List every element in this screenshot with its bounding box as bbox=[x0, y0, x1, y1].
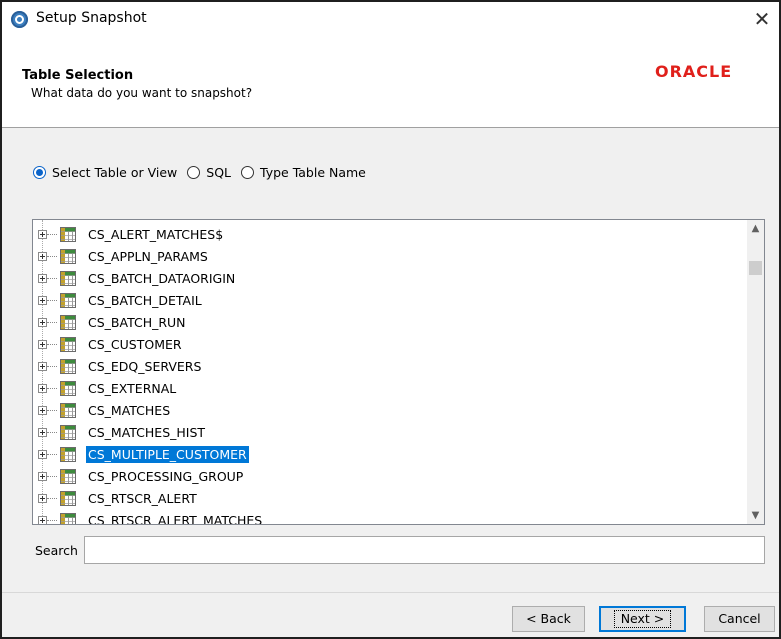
table-icon bbox=[60, 425, 76, 440]
table-icon bbox=[60, 293, 76, 308]
expand-icon[interactable] bbox=[38, 428, 47, 437]
table-name-label[interactable]: CS_MATCHES bbox=[86, 402, 172, 419]
next-button-label: Next > bbox=[613, 610, 672, 628]
radio-select-table-or-view[interactable] bbox=[33, 165, 46, 179]
table-row[interactable]: CS_MATCHES bbox=[33, 399, 733, 421]
tree-connector bbox=[47, 234, 57, 235]
tree-connector bbox=[47, 432, 57, 433]
table-row[interactable]: CS_ALERT_MATCHES$ bbox=[33, 223, 733, 245]
table-row[interactable]: CS_RTSCR_ALERT_MATCHES bbox=[33, 509, 733, 524]
page-title: Table Selection bbox=[22, 68, 134, 83]
table-row[interactable]: CS_BATCH_DATAORIGIN bbox=[33, 267, 733, 289]
radio-label-select-table-or-view[interactable]: Select Table or View bbox=[52, 165, 177, 180]
table-row[interactable]: CS_EXTERNAL bbox=[33, 377, 733, 399]
table-row[interactable]: CS_PROCESSING_GROUP bbox=[33, 465, 733, 487]
table-row[interactable]: CS_MULTIPLE_CUSTOMER bbox=[33, 443, 733, 465]
table-row[interactable]: CS_EDQ_SERVERS bbox=[33, 355, 733, 377]
scroll-up-icon[interactable]: ▲ bbox=[747, 220, 764, 237]
tree-connector bbox=[47, 256, 57, 257]
search-label: Search bbox=[35, 543, 78, 558]
table-name-label[interactable]: CS_RTSCR_ALERT bbox=[86, 490, 199, 507]
expand-icon[interactable] bbox=[38, 494, 47, 503]
table-name-label[interactable]: CS_MULTIPLE_CUSTOMER bbox=[86, 446, 249, 463]
table-row[interactable]: CS_CUSTOMER bbox=[33, 333, 733, 355]
page-subtitle: What data do you want to snapshot? bbox=[31, 86, 253, 100]
table-name-label[interactable]: CS_RTSCR_ALERT_MATCHES bbox=[86, 512, 264, 524]
table-icon bbox=[60, 271, 76, 286]
tree-connector bbox=[47, 344, 57, 345]
expand-icon[interactable] bbox=[38, 450, 47, 459]
radio-type-table-name[interactable] bbox=[241, 165, 255, 179]
table-icon bbox=[60, 491, 76, 506]
vertical-scrollbar[interactable]: ▲ ▼ bbox=[747, 220, 764, 524]
expand-icon[interactable] bbox=[38, 318, 47, 327]
table-icon bbox=[60, 315, 76, 330]
table-name-label[interactable]: CS_PROCESSING_GROUP bbox=[86, 468, 245, 485]
table-row[interactable]: CS_RTSCR_ALERT bbox=[33, 487, 733, 509]
tree-connector bbox=[47, 322, 57, 323]
search-input[interactable] bbox=[84, 536, 765, 564]
back-button[interactable]: < Back bbox=[512, 606, 585, 632]
table-icon bbox=[60, 227, 76, 242]
table-row[interactable]: CS_BATCH_DETAIL bbox=[33, 289, 733, 311]
table-icon bbox=[60, 249, 76, 264]
expand-icon[interactable] bbox=[38, 362, 47, 371]
expand-icon[interactable] bbox=[38, 384, 47, 393]
table-name-label[interactable]: CS_MATCHES_HIST bbox=[86, 424, 207, 441]
oracle-logo: ORACLE bbox=[655, 62, 733, 81]
tree-connector bbox=[47, 366, 57, 367]
table-icon bbox=[60, 381, 76, 396]
cancel-button[interactable]: Cancel bbox=[704, 606, 775, 632]
table-name-label[interactable]: CS_BATCH_RUN bbox=[86, 314, 188, 331]
table-icon bbox=[60, 513, 76, 524]
table-name-label[interactable]: CS_CUSTOMER bbox=[86, 336, 184, 353]
tree-connector bbox=[47, 300, 57, 301]
expand-icon[interactable] bbox=[38, 516, 47, 524]
table-name-label[interactable]: CS_BATCH_DATAORIGIN bbox=[86, 270, 237, 287]
table-name-label[interactable]: CS_BATCH_DETAIL bbox=[86, 292, 204, 309]
table-icon bbox=[60, 469, 76, 484]
expand-icon[interactable] bbox=[38, 340, 47, 349]
next-button[interactable]: Next > bbox=[599, 606, 686, 632]
table-tree[interactable]: ▲ ▼ CS_ALERT_MATCHES$ CS_APPLN_PARAMS CS_B… bbox=[32, 219, 765, 525]
table-icon bbox=[60, 359, 76, 374]
table-row[interactable]: CS_APPLN_PARAMS bbox=[33, 245, 733, 267]
wizard-header: Table Selection What data do you want to… bbox=[2, 36, 779, 128]
tree-connector bbox=[47, 388, 57, 389]
app-icon bbox=[11, 11, 28, 28]
expand-icon[interactable] bbox=[38, 296, 47, 305]
expand-icon[interactable] bbox=[38, 406, 47, 415]
tree-connector bbox=[47, 476, 57, 477]
tree-connector bbox=[47, 410, 57, 411]
radio-sql[interactable] bbox=[187, 165, 201, 179]
table-name-label[interactable]: CS_ALERT_MATCHES$ bbox=[86, 226, 225, 243]
radio-label-sql[interactable]: SQL bbox=[206, 165, 231, 180]
table-row[interactable]: CS_MATCHES_HIST bbox=[33, 421, 733, 443]
table-icon bbox=[60, 403, 76, 418]
setup-snapshot-dialog: Setup Snapshot ✕ Table Selection What da… bbox=[0, 0, 781, 639]
table-icon bbox=[60, 337, 76, 352]
table-row[interactable]: CS_BATCH_RUN bbox=[33, 311, 733, 333]
table-name-label[interactable]: CS_APPLN_PARAMS bbox=[86, 248, 210, 265]
expand-icon[interactable] bbox=[38, 252, 47, 261]
tree-connector bbox=[47, 520, 57, 521]
tree-connector bbox=[47, 498, 57, 499]
scroll-thumb[interactable] bbox=[749, 261, 762, 275]
expand-icon[interactable] bbox=[38, 230, 47, 239]
close-icon[interactable]: ✕ bbox=[745, 2, 779, 36]
table-name-label[interactable]: CS_EDQ_SERVERS bbox=[86, 358, 203, 375]
tree-connector bbox=[47, 454, 57, 455]
tree-connector bbox=[47, 278, 57, 279]
title-bar: Setup Snapshot ✕ bbox=[2, 2, 779, 36]
button-divider bbox=[2, 592, 779, 593]
source-type-radio-group: Select Table or View SQL Type Table Name bbox=[33, 162, 376, 182]
window-title: Setup Snapshot bbox=[36, 10, 147, 26]
expand-icon[interactable] bbox=[38, 274, 47, 283]
table-icon bbox=[60, 447, 76, 462]
table-name-label[interactable]: CS_EXTERNAL bbox=[86, 380, 178, 397]
expand-icon[interactable] bbox=[38, 472, 47, 481]
radio-label-type-table-name[interactable]: Type Table Name bbox=[260, 165, 366, 180]
scroll-down-icon[interactable]: ▼ bbox=[747, 507, 764, 524]
